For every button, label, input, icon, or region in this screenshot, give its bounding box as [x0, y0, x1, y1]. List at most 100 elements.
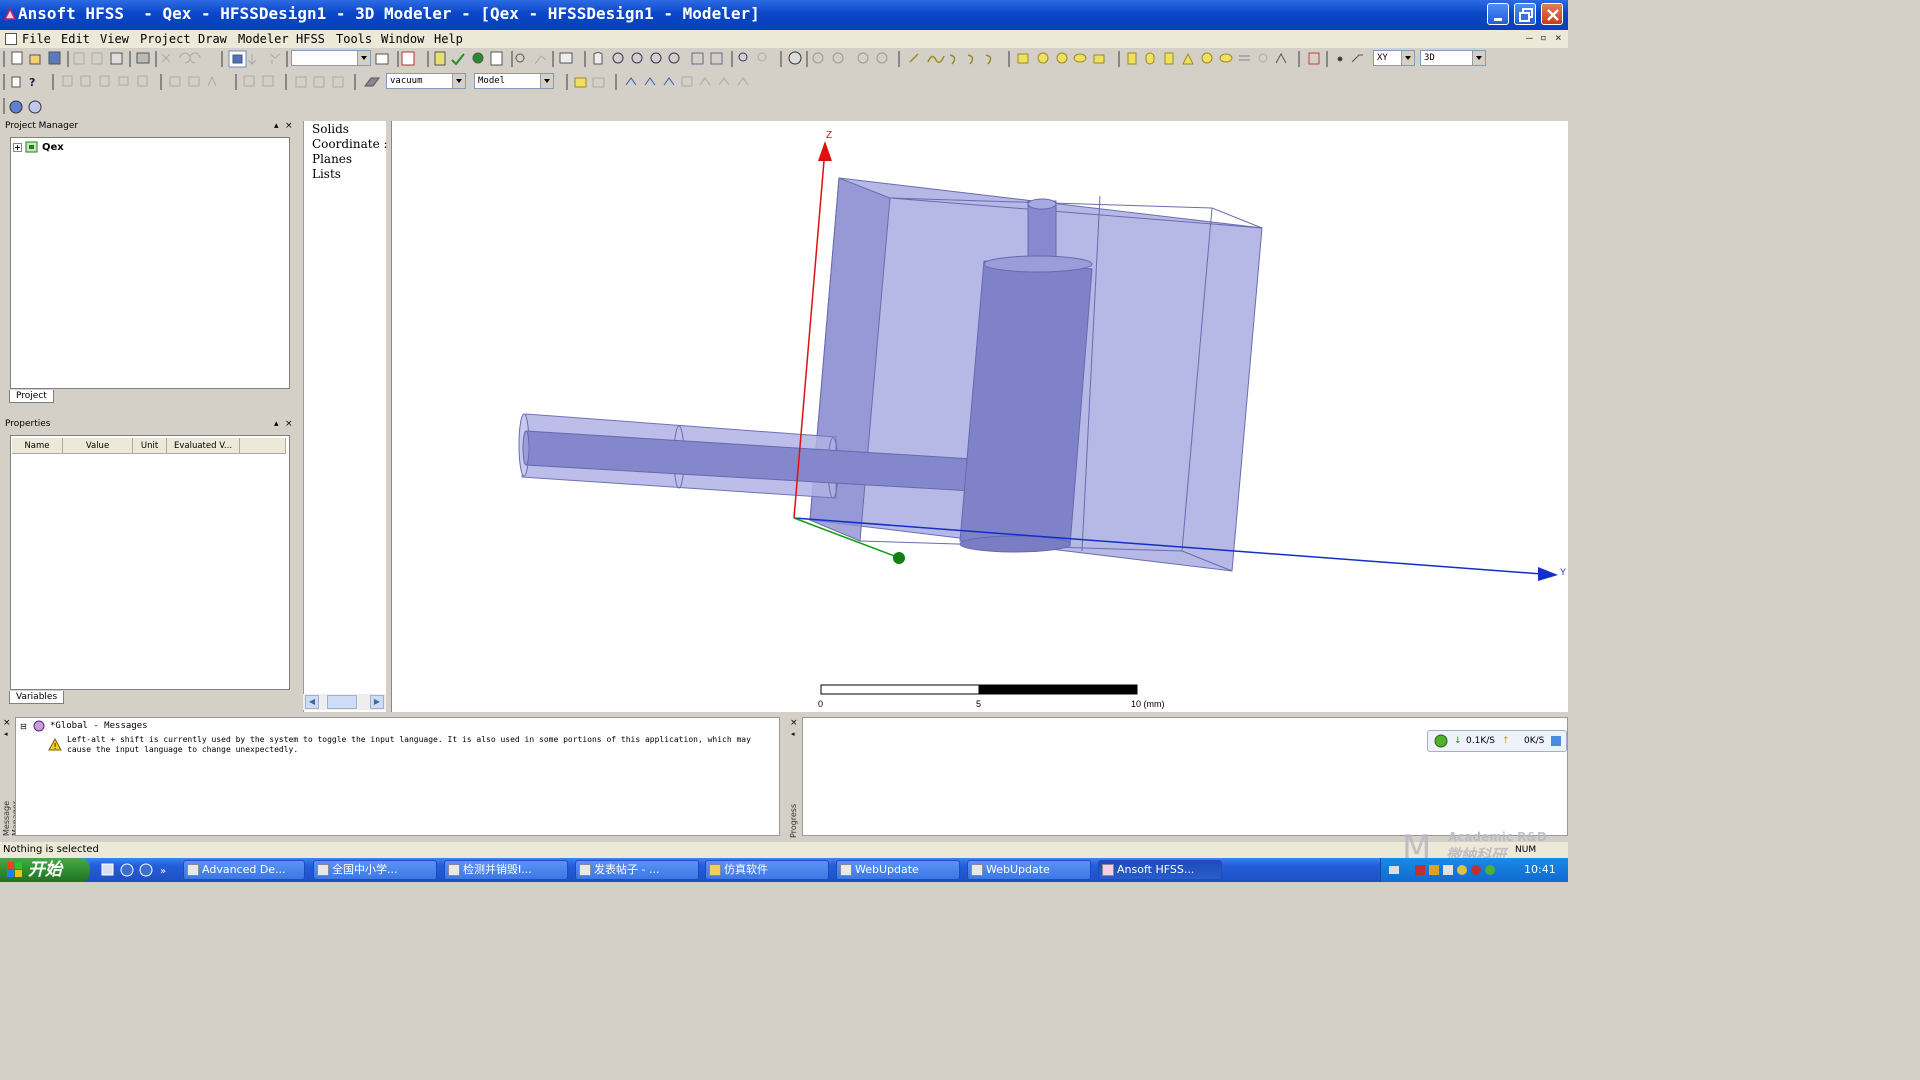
properties-column-headers: Name Value Unit Evaluated V...	[12, 438, 286, 454]
windows-logo-icon	[7, 862, 22, 877]
task-browser-1[interactable]: 全国中小学...	[313, 860, 437, 880]
mdi-minimize-button[interactable]: –	[1526, 31, 1533, 44]
minimize-button[interactable]	[1487, 3, 1509, 25]
network-speed-widget[interactable]: ↓ 0.1K/S ↑ 0K/S	[1427, 730, 1567, 752]
tab-project[interactable]: Project	[9, 390, 54, 403]
upload-rate: 0K/S	[1524, 736, 1545, 746]
column-value[interactable]: Value	[63, 438, 133, 454]
menu-edit[interactable]: Edit	[61, 30, 90, 48]
chevron-down-icon	[540, 74, 553, 88]
pin-icon[interactable]: ◂	[791, 730, 795, 738]
z-axis-label: Z	[826, 130, 832, 141]
mdi-restore-button[interactable]: ▫	[1540, 31, 1547, 44]
close-button[interactable]	[1541, 3, 1563, 25]
scroll-right-icon[interactable]: ▶	[370, 695, 384, 709]
windows-taskbar: 开始 » Advanced De... 全国中小学... 检测并销毁I... 发…	[0, 858, 1568, 882]
progress-window: ↓ 0.1K/S ↑ 0K/S	[802, 717, 1568, 836]
selection-combo[interactable]	[291, 50, 371, 66]
model-combo[interactable]: Model	[474, 73, 554, 89]
model-tree[interactable]: Solids Coordinate : Planes Lists	[303, 121, 388, 712]
menu-bar: File Edit View Project Draw Modeler HFSS…	[0, 30, 1568, 48]
column-extra	[240, 438, 286, 454]
hfss-globe-icon	[28, 100, 42, 114]
menu-tools[interactable]: Tools	[336, 30, 372, 48]
plane-combo[interactable]: XY	[1373, 50, 1415, 66]
menu-help[interactable]: Help	[434, 30, 463, 48]
close-icon[interactable]: ×	[285, 418, 293, 431]
column-evaluated-value[interactable]: Evaluated V...	[167, 438, 240, 454]
z-axis-arrow-icon	[818, 141, 832, 161]
tree-item-lists[interactable]: Lists	[312, 167, 341, 181]
hfss-solve-icon	[9, 100, 23, 114]
tree-item-planes[interactable]: Planes	[312, 152, 352, 166]
chevron-down-icon	[452, 74, 465, 88]
tray-icons[interactable]	[1389, 863, 1509, 877]
pin-icon[interactable]: ▴	[274, 120, 279, 133]
collapse-icon[interactable]: ⊟	[20, 722, 27, 731]
task-folder[interactable]: 仿真软件	[705, 860, 829, 880]
view-combo[interactable]: 3D	[1420, 50, 1486, 66]
3d-model-view[interactable]: Z Y 0 5 10 (mm)	[392, 121, 1568, 712]
status-bar: Nothing is selected NUM	[0, 842, 1568, 858]
clock: 10:41	[1524, 863, 1556, 876]
scale-label-5: 5	[976, 699, 981, 709]
download-rate: 0.1K/S	[1466, 736, 1495, 746]
task-advanced-design[interactable]: Advanced De...	[183, 860, 305, 880]
properties-grid[interactable]	[10, 435, 290, 690]
hfss-app-icon	[3, 7, 17, 20]
tree-item-solids[interactable]: Solids	[312, 122, 349, 136]
toolbar-row-1: XY 3D	[0, 48, 1568, 70]
toolbar-row-2-icons: ?	[3, 74, 749, 90]
status-text: Nothing is selected	[3, 844, 99, 855]
task-browser-2[interactable]: 发表帖子 - ...	[575, 860, 699, 880]
svg-text:!: !	[54, 742, 57, 751]
message-list[interactable]: ⊟ *Global - Messages ! Left-alt + shift …	[15, 717, 780, 836]
menu-window[interactable]: Window	[381, 30, 424, 48]
task-ansoft-hfss[interactable]: Ansoft HFSS...	[1098, 860, 1222, 880]
chevron-down-icon	[357, 51, 370, 65]
restore-button[interactable]	[1514, 3, 1536, 25]
close-icon[interactable]: ×	[790, 718, 798, 728]
expand-icon[interactable]: +	[13, 142, 22, 152]
download-arrow-icon: ↓	[1454, 736, 1462, 746]
hfss-project-icon	[33, 720, 45, 732]
scroll-left-icon[interactable]: ◀	[305, 695, 319, 709]
close-icon[interactable]: ×	[285, 120, 293, 133]
scale-label-10mm: 10 (mm)	[1131, 699, 1165, 709]
material-combo[interactable]: vacuum	[386, 73, 466, 89]
menu-hfss[interactable]: HFSS	[296, 30, 325, 48]
task-webupdate-2[interactable]: WebUpdate	[967, 860, 1091, 880]
model-tree-horizontal-scrollbar[interactable]: ◀ ▶	[303, 694, 386, 710]
tree-root-qex[interactable]: + Qex	[13, 141, 64, 153]
document-icon[interactable]	[5, 33, 17, 45]
quick-launch-icons[interactable]: »	[100, 862, 180, 878]
project-icon	[25, 141, 38, 153]
scroll-thumb[interactable]	[327, 695, 357, 709]
tab-variables[interactable]: Variables	[9, 691, 65, 704]
start-button[interactable]: 开始	[0, 858, 90, 882]
pin-icon[interactable]: ◂	[4, 730, 8, 738]
project-tree[interactable]: + Qex	[10, 137, 290, 389]
task-security-tool[interactable]: 检测并销毁I...	[444, 860, 568, 880]
modeler-3d-viewport[interactable]: Z Y 0 5 10 (mm)	[391, 121, 1568, 712]
widget-menu-icon[interactable]	[1550, 735, 1562, 747]
column-name[interactable]: Name	[12, 438, 63, 454]
menu-view[interactable]: View	[100, 30, 129, 48]
chevron-down-icon	[1472, 51, 1485, 65]
restore-icon	[1519, 8, 1533, 22]
menu-project[interactable]: Project	[140, 30, 191, 48]
mdi-close-button[interactable]: ×	[1555, 31, 1562, 44]
tree-item-coordinate-systems[interactable]: Coordinate :	[312, 137, 388, 151]
toolbar-row-2: ? vacuum Model	[0, 71, 1568, 93]
task-webupdate-1[interactable]: WebUpdate	[836, 860, 960, 880]
menu-draw[interactable]: Draw	[198, 30, 227, 48]
app-icon	[187, 864, 199, 876]
pin-icon[interactable]: ▴	[274, 418, 279, 431]
menu-modeler[interactable]: Modeler	[238, 30, 289, 48]
column-unit[interactable]: Unit	[133, 438, 167, 454]
properties-title: Properties	[5, 419, 51, 429]
close-icon[interactable]: ×	[3, 718, 11, 728]
menu-file[interactable]: File	[22, 30, 51, 48]
window-title: Ansoft HFSS - Qex - HFSSDesign1 - 3D Mod…	[18, 4, 760, 23]
progress-panel-frame: × ◂ Progress	[784, 716, 802, 838]
